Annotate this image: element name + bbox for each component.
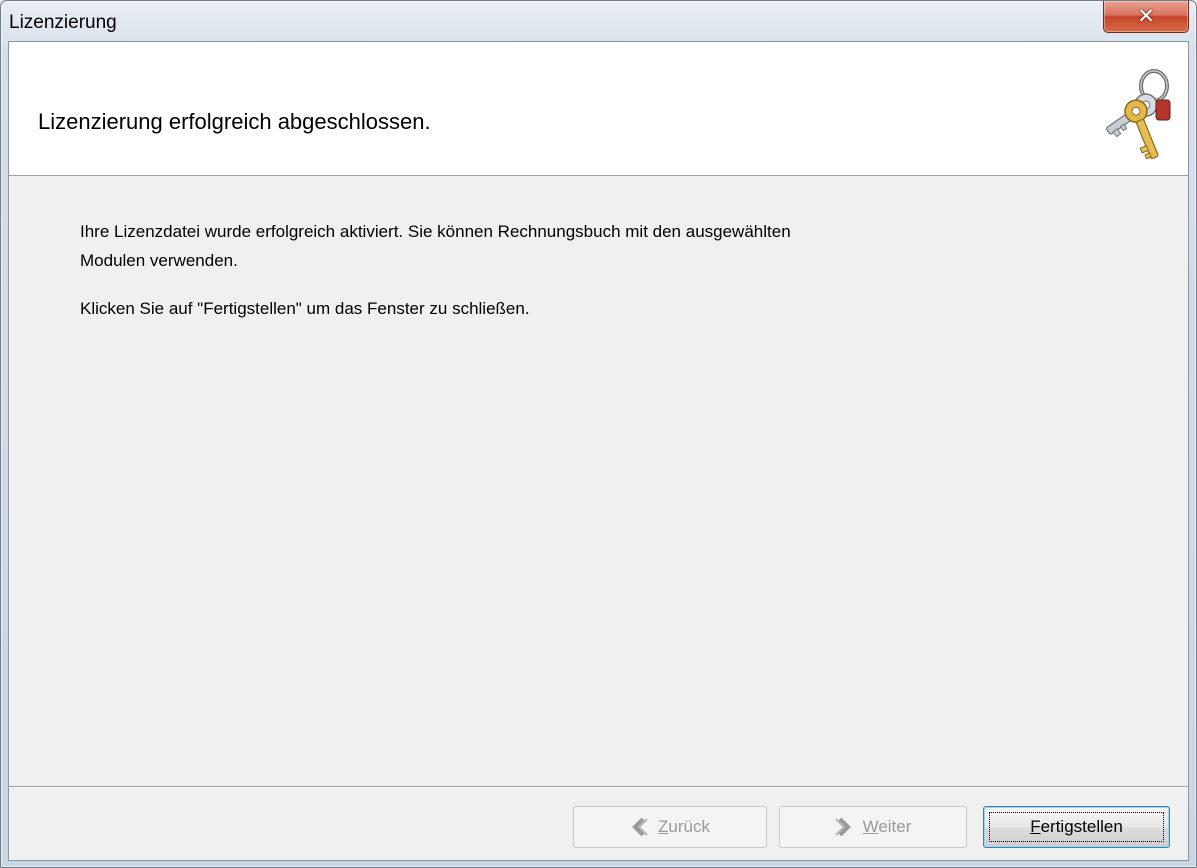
message-line-2: Modulen verwenden.: [80, 251, 238, 270]
next-button-label: Weiter: [862, 817, 912, 836]
wizard-message: Ihre Lizenzdatei wurde erfolgreich aktiv…: [80, 217, 1010, 342]
wizard-header: Lizenzierung erfolgreich abgeschlossen.: [9, 42, 1188, 176]
license-wizard-window: Lizenzierung ✕ Lizenzierung erfolgreich …: [0, 0, 1197, 868]
wizard-client-area: Lizenzierung erfolgreich abgeschlossen.: [8, 41, 1189, 861]
message-paragraph-1: Ihre Lizenzdatei wurde erfolgreich aktiv…: [80, 217, 1010, 275]
message-line-1: Ihre Lizenzdatei wurde erfolgreich aktiv…: [80, 222, 791, 241]
chevron-right-icon: [834, 817, 851, 837]
chevron-left-icon: [632, 817, 648, 837]
title-bar[interactable]: Lizenzierung ✕: [1, 1, 1196, 41]
focus-rectangle: [989, 812, 1164, 842]
page-title: Lizenzierung erfolgreich abgeschlossen.: [38, 109, 431, 134]
keys-icon: [1106, 69, 1171, 160]
close-icon: ✕: [1137, 4, 1155, 28]
close-button[interactable]: ✕: [1103, 1, 1189, 33]
window-title: Lizenzierung: [9, 12, 117, 33]
message-paragraph-2: Klicken Sie auf "Fertigstellen" um das F…: [80, 299, 530, 318]
next-button[interactable]: Weiter: [779, 806, 967, 848]
finish-button[interactable]: Fertigstellen: [983, 806, 1170, 848]
back-button[interactable]: Zurück: [573, 806, 767, 848]
back-button-label: Zurück: [658, 817, 710, 836]
footer-separator: [9, 786, 1188, 788]
